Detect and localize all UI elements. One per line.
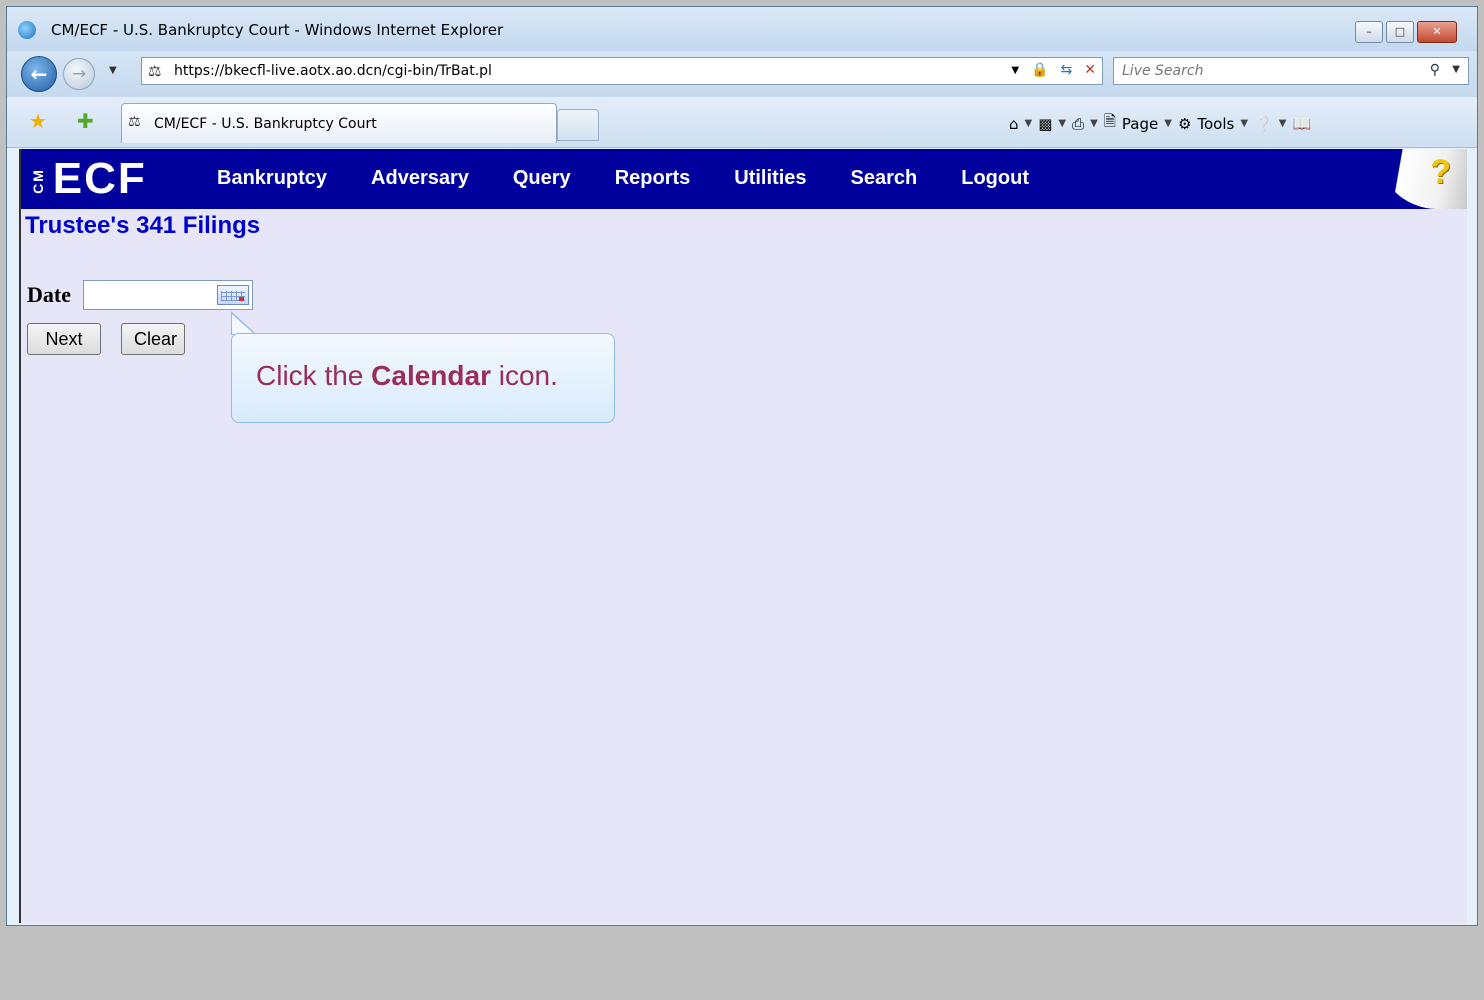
maximize-button[interactable]: □ [1386,21,1414,43]
clear-button[interactable]: Clear [121,323,185,355]
calendar-marker [239,297,244,301]
menu-bankruptcy[interactable]: Bankruptcy [217,167,327,190]
window-title: CM/ECF - U.S. Bankruptcy Court - Windows… [51,21,504,39]
cmecf-logo: CM ECF [25,154,147,206]
feeds-icon[interactable]: ▩ [1038,115,1052,133]
page-title: Trustee's 341 Filings [25,212,261,239]
ie-logo-icon [18,21,36,39]
menu-utilities[interactable]: Utilities [734,167,806,190]
main-menu: Bankruptcy Adversary Query Reports Utili… [217,167,1073,190]
callout-pointer-fill [232,314,254,334]
search-input[interactable]: Live Search ⚲ ▼ [1113,57,1469,85]
tab-label: CM/ECF - U.S. Bankruptcy Court [154,116,377,132]
home-dropdown-icon[interactable]: ▼ [1025,118,1033,129]
menu-adversary[interactable]: Adversary [371,167,469,190]
navigation-bar: ← → ▼ ⚖ https://bkecfl-live.aotx.ao.dcn/… [7,51,1477,97]
minimize-button[interactable]: – [1355,21,1383,43]
next-button[interactable]: Next [27,323,101,355]
address-dropdown-icon[interactable]: ▼ [1011,65,1019,76]
print-icon[interactable]: ⎙ [1072,115,1084,133]
history-dropdown-icon[interactable]: ▼ [109,65,117,76]
stop-icon[interactable]: ✕ [1084,62,1096,78]
page-content: CM ECF Bankruptcy Adversary Query Reports… [19,149,1467,923]
search-icon[interactable]: ⚲ [1430,62,1440,78]
help-dropdown-icon[interactable]: ▼ [1279,118,1287,129]
favorites-star-icon[interactable]: ★ [29,109,47,133]
help-page-icon[interactable]: ? [1377,149,1467,209]
date-label: Date [27,282,71,307]
title-bar: CM/ECF - U.S. Bankruptcy Court - Windows… [7,7,1477,51]
help-question-icon: ? [1430,153,1451,191]
help-circle-icon[interactable]: ❔ [1254,115,1273,133]
command-bar: ⌂ ▼ ▩ ▼ ⎙ ▼ 🗎 Page ▼ ⚙ Tools ▼ ❔ ▼ 📖 [1009,111,1311,136]
back-arrow-icon[interactable]: ← [21,56,57,92]
tools-dropdown-icon[interactable]: ▼ [1240,118,1248,129]
address-tools: ▼ 🔒 ⇆ ✕ [1011,62,1096,78]
search-dropdown-icon[interactable]: ▼ [1452,64,1460,75]
window-controls: – □ ✕ [1355,21,1457,43]
home-icon[interactable]: ⌂ [1009,115,1019,133]
new-tab-button[interactable] [557,109,599,141]
close-button[interactable]: ✕ [1417,21,1457,43]
lock-icon[interactable]: 🔒 [1031,62,1048,78]
research-icon[interactable]: 📖 [1292,115,1311,133]
search-placeholder: Live Search [1122,63,1204,79]
add-favorite-icon[interactable]: ✚ [77,109,94,133]
instruction-callout: Click the Calendar icon. [231,333,615,423]
ecf-header: CM ECF Bankruptcy Adversary Query Reports… [21,149,1467,209]
forward-arrow-icon[interactable]: → [63,58,95,90]
page-icon: 🗎 [1103,112,1116,130]
calendar-icon[interactable] [217,285,249,305]
tools-menu[interactable]: Tools [1197,115,1234,133]
callout-prefix: Click the [256,360,372,391]
tab-bar: ★ ✚ ⚖ CM/ECF - U.S. Bankruptcy Court ⌂ ▼… [7,97,1477,148]
refresh-icon[interactable]: ⇆ [1061,62,1073,78]
menu-search[interactable]: Search [851,167,918,190]
callout-emphasis: Calendar [371,360,491,391]
address-bar[interactable]: ⚖ https://bkecfl-live.aotx.ao.dcn/cgi-bi… [141,57,1103,85]
address-url[interactable]: https://bkecfl-live.aotx.ao.dcn/cgi-bin/… [174,63,492,79]
court-scales-icon: ⚖ [128,114,141,130]
browser-window: CM/ECF - U.S. Bankruptcy Court - Windows… [6,6,1478,926]
menu-query[interactable]: Query [513,167,571,190]
page-dropdown-icon[interactable]: ▼ [1164,118,1172,129]
page-menu[interactable]: Page [1122,115,1158,133]
logo-cm: CM [29,168,46,195]
feeds-dropdown-icon[interactable]: ▼ [1058,118,1066,129]
menu-reports[interactable]: Reports [615,167,691,190]
callout-suffix: icon. [490,360,558,391]
callout-text: Click the Calendar icon. [256,360,558,392]
tools-gear-icon: ⚙ [1177,114,1192,133]
court-scales-icon: ⚖ [148,62,162,80]
tab-active[interactable]: ⚖ CM/ECF - U.S. Bankruptcy Court [121,103,557,143]
logo-ecf: ECF [52,154,147,203]
print-dropdown-icon[interactable]: ▼ [1090,118,1098,129]
menu-logout[interactable]: Logout [961,167,1029,190]
